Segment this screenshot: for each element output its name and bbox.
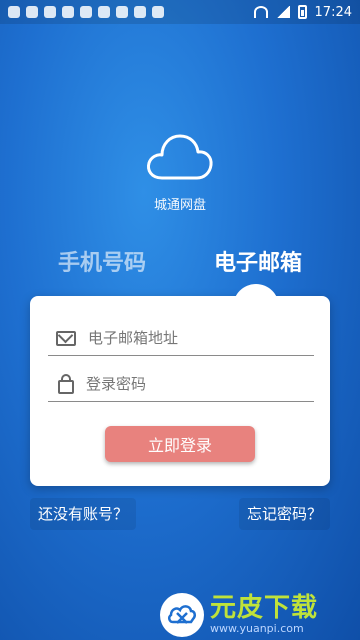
notification-icon: [44, 6, 56, 18]
notification-icon: [98, 6, 110, 18]
tab-phone[interactable]: 手机号码: [58, 245, 146, 277]
active-tab-indicator: [233, 284, 279, 308]
tab-email[interactable]: 电子邮箱: [214, 245, 302, 277]
watermark-url: www.yuanpi.com: [210, 622, 304, 635]
email-field: [48, 321, 314, 356]
watermark: 元皮下载 www.yuanpi.com: [160, 590, 360, 640]
login-card: 立即登录: [30, 284, 330, 486]
login-tabs: 手机号码 电子邮箱: [30, 244, 330, 278]
login-button[interactable]: 立即登录: [105, 426, 255, 462]
notification-icon: [62, 6, 74, 18]
notification-icon: [26, 6, 38, 18]
email-input[interactable]: [86, 328, 310, 348]
notification-icon: [152, 6, 164, 18]
password-input[interactable]: [84, 374, 308, 394]
status-bar: 17:24: [0, 0, 360, 24]
system-icons: 17:24: [253, 4, 352, 20]
notification-icons: [8, 6, 164, 18]
app-name: 城通网盘: [153, 198, 206, 213]
forgot-password-link[interactable]: 忘记密码？: [238, 498, 330, 530]
notification-icon: [80, 6, 92, 18]
app-logo: 城通网盘: [0, 132, 360, 213]
status-time: 17:24: [314, 4, 352, 20]
lock-icon: [58, 373, 74, 394]
watermark-logo-icon: [160, 593, 204, 637]
notification-icon: [134, 6, 146, 18]
notification-icon: [8, 6, 20, 18]
watermark-brand: 元皮下载: [210, 593, 319, 623]
signal-icon: [275, 6, 290, 18]
battery-icon: [297, 5, 307, 19]
wifi-icon: [253, 6, 268, 18]
notification-icon: [116, 6, 128, 18]
mail-icon: [56, 330, 76, 346]
register-link[interactable]: 还没有账号？: [30, 498, 137, 530]
password-field: [48, 367, 314, 402]
cloud-icon: [147, 134, 213, 180]
